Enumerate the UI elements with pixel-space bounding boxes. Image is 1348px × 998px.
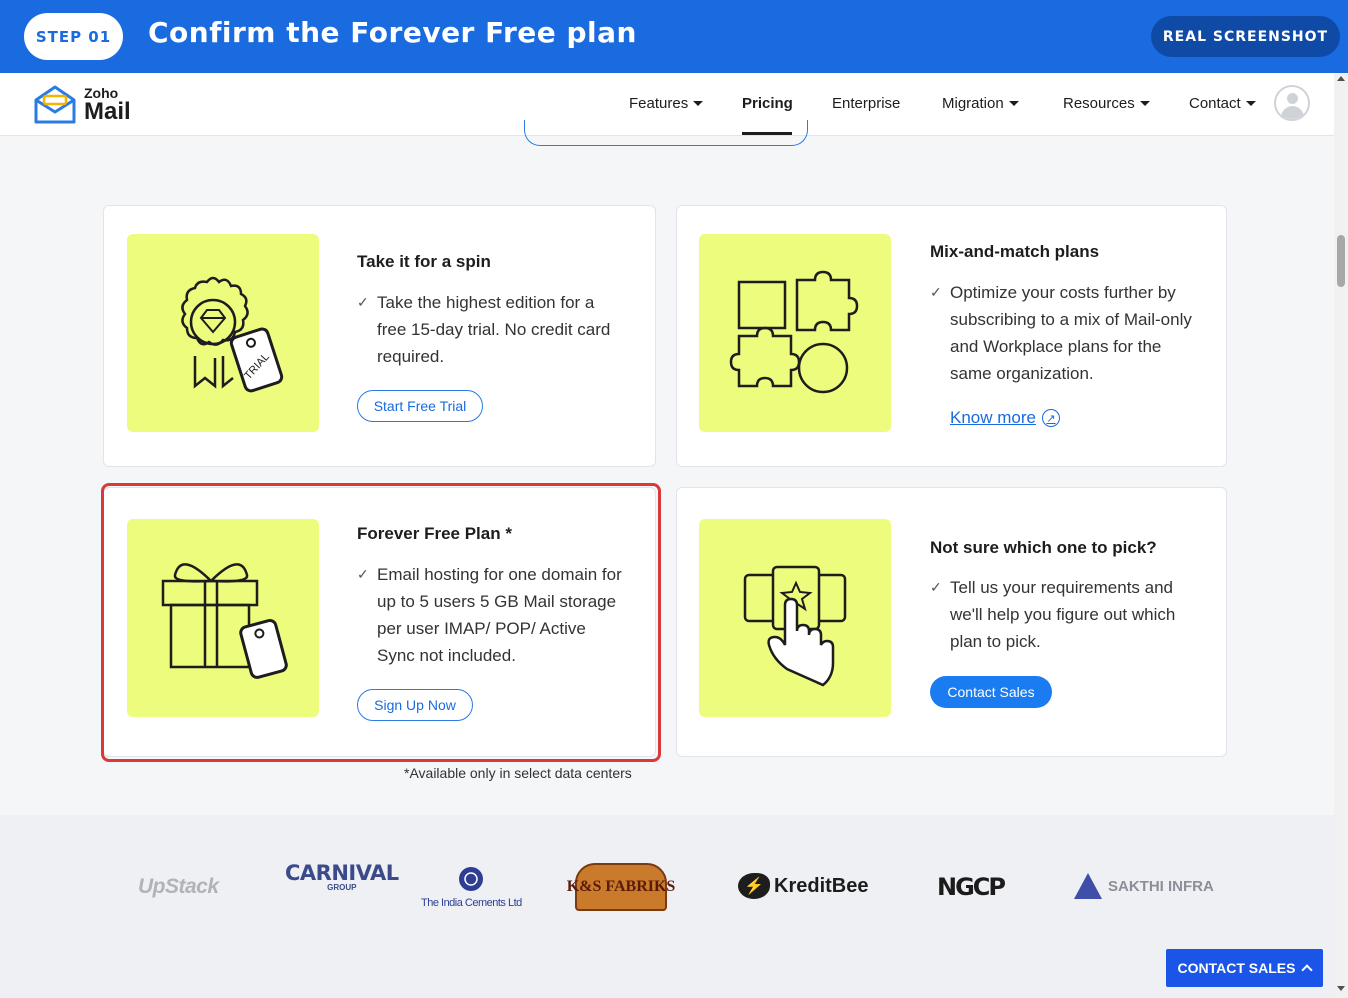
card-free-trial: TRIAL Take it for a spin ✓ Take the high… [103, 205, 656, 467]
nav-enterprise-label: Enterprise [832, 95, 901, 112]
caret-down-icon [1245, 101, 1256, 106]
kreditbee-name: KreditBee [774, 874, 869, 897]
caret-down-icon [1139, 101, 1150, 106]
logo-ks-fabriks: K&S FABRIKS [567, 863, 675, 911]
partial-button-outline [524, 120, 808, 146]
card-mix-and-match: Mix-and-match plans ✓ Optimize your cost… [676, 205, 1227, 467]
user-avatar-icon[interactable] [1274, 85, 1310, 121]
checkmark-icon: ✓ [930, 284, 942, 300]
logo-carnival: CARNIVAL GROUP [285, 861, 399, 892]
nav-migration[interactable]: Migration [942, 95, 1019, 112]
hand-pointer-star-icon [743, 565, 847, 687]
caret-down-icon [1008, 101, 1019, 106]
highlight-box [101, 483, 661, 762]
logo-sakthi-infra: SAKTHI INFRA [1074, 873, 1214, 899]
puzzle-pieces-icon [729, 270, 859, 394]
nav-migration-label: Migration [942, 95, 1004, 112]
card-feature-text: Take the highest edition for a free 15-d… [377, 293, 611, 366]
card-feature-item: ✓ Tell us your requirements and we'll he… [930, 574, 1200, 655]
card-not-sure: Not sure which one to pick? ✓ Tell us yo… [676, 487, 1227, 757]
logo-kreditbee: ⚡ KreditBee [738, 873, 868, 899]
chevron-up-icon [1301, 964, 1314, 976]
card-feature-text: Tell us your requirements and we'll help… [950, 578, 1176, 651]
logo-upstack: UpStack [138, 875, 219, 898]
card-feature-item: ✓ Take the highest edition for a free 15… [357, 289, 627, 370]
puzzle-illustration [699, 234, 891, 432]
logo-ngcp: NGCP [937, 873, 1006, 901]
card-feature-text: Optimize your costs further by subscribi… [950, 283, 1192, 383]
footnote: *Available only in select data centers [404, 765, 632, 781]
step-banner: STEP 01 Confirm the Forever Free plan RE… [0, 0, 1348, 73]
nav-features[interactable]: Features [629, 95, 704, 112]
pick-illustration [699, 519, 891, 717]
nav-resources[interactable]: Resources [1063, 95, 1150, 112]
kreditbee-icon: ⚡ [738, 873, 770, 899]
customer-logos: UpStack CARNIVAL GROUP The India Cements… [0, 815, 1334, 998]
know-more-label: Know more [950, 408, 1036, 427]
external-arrow-icon: ↗ [1041, 409, 1060, 427]
real-screenshot-badge: REAL SCREENSHOT [1151, 16, 1340, 57]
scroll-up-arrow-icon[interactable] [1337, 76, 1345, 81]
contact-sales-button[interactable]: Contact Sales [930, 676, 1052, 708]
caret-down-icon [693, 101, 704, 106]
nav-contact[interactable]: Contact [1189, 95, 1256, 112]
card-title: Not sure which one to pick? [930, 538, 1157, 557]
banner-title: Confirm the Forever Free plan [148, 16, 637, 49]
checkmark-icon: ✓ [357, 294, 369, 310]
carnival-sub: GROUP [327, 883, 357, 892]
nav-pricing-label: Pricing [742, 95, 793, 112]
sakthi-triangle-icon [1074, 873, 1102, 899]
step-badge: STEP 01 [24, 13, 123, 60]
nav-features-label: Features [629, 95, 689, 112]
nav-contact-label: Contact [1189, 95, 1241, 112]
nav-pricing[interactable]: Pricing [742, 95, 793, 112]
scroll-down-arrow-icon[interactable] [1337, 986, 1345, 991]
start-free-trial-button[interactable]: Start Free Trial [357, 390, 483, 422]
logo-india-cements: The India Cements Ltd [421, 865, 522, 909]
checkmark-icon: ✓ [930, 579, 942, 595]
nav-resources-label: Resources [1063, 95, 1135, 112]
india-cements-emblem-icon [459, 867, 484, 891]
trial-badge-icon: TRIAL [181, 276, 284, 393]
floating-contact-sales-label: CONTACT SALES [1177, 960, 1296, 976]
card-title: Take it for a spin [357, 252, 491, 271]
sakthi-name: SAKTHI INFRA [1108, 877, 1214, 895]
india-cements-name: The India Cements Ltd [421, 897, 522, 909]
card-feature-item: ✓ Optimize your costs further by subscri… [930, 279, 1200, 387]
floating-contact-sales-button[interactable]: CONTACT SALES [1166, 949, 1323, 987]
page-scrollbar[interactable] [1334, 73, 1348, 998]
know-more-link[interactable]: Know more ↗ [950, 408, 1060, 428]
carnival-name: CARNIVAL [285, 861, 399, 885]
nav-enterprise[interactable]: Enterprise [832, 95, 900, 112]
trial-badge-illustration: TRIAL [127, 234, 319, 432]
card-title: Mix-and-match plans [930, 242, 1100, 261]
scroll-thumb[interactable] [1337, 235, 1345, 287]
